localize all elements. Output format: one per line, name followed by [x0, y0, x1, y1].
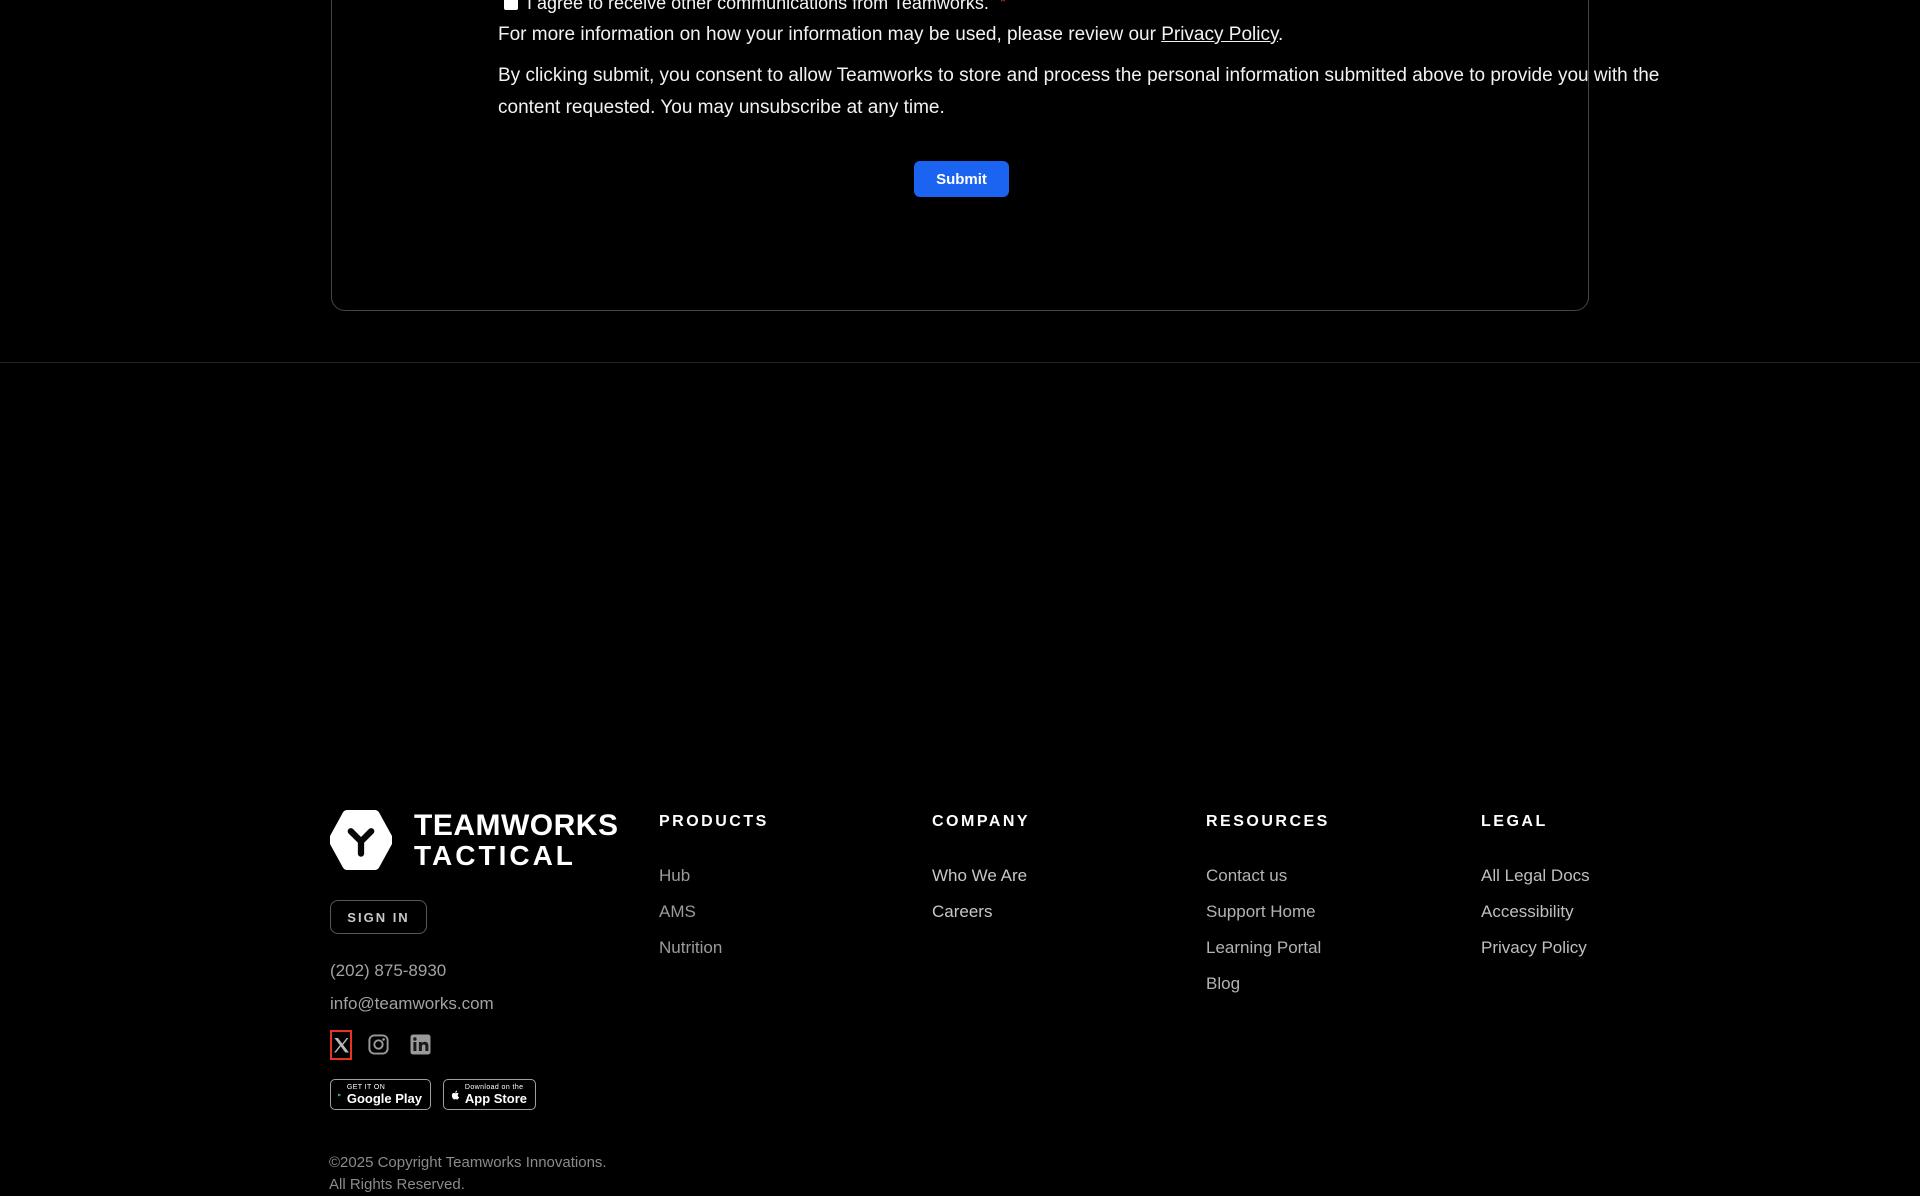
instagram-icon [368, 1034, 389, 1055]
submit-consent-text: By clicking submit, you consent to allow… [498, 60, 1659, 124]
privacy-policy-link[interactable]: Privacy Policy [1161, 24, 1278, 45]
footer-link-blog[interactable]: Blog [1206, 975, 1436, 993]
footer-link-support-home[interactable]: Support Home [1206, 903, 1436, 921]
instagram-social-link[interactable] [368, 1034, 389, 1055]
submit-consent-line1: By clicking submit, you consent to allow… [498, 65, 1660, 86]
form-section-background: I agree to receive other communications … [0, 0, 1920, 362]
submit-consent-line2: content requested. You may unsubscribe a… [498, 97, 945, 118]
annotation-highlight-x-social-link[interactable] [330, 1030, 352, 1060]
teamworks-hexagon-y-logo-icon [330, 809, 392, 871]
copyright-line1: ©2025 Copyright Teamworks Innovations. [329, 1154, 607, 1171]
footer-link-contact-us[interactable]: Contact us [1206, 867, 1436, 885]
copyright-notice: ©2025 Copyright Teamworks Innovations. A… [329, 1152, 607, 1196]
footer-link-nutrition[interactable]: Nutrition [659, 939, 889, 957]
communications-consent-row: I agree to receive other communications … [504, 0, 1006, 13]
apple-icon [451, 1090, 459, 1100]
footer-column-products: PRODUCTS Hub AMS Nutrition [659, 812, 889, 957]
google-play-badge[interactable]: GET IT ON Google Play [330, 1079, 431, 1110]
email-link[interactable]: info@teamworks.com [330, 994, 494, 1014]
footer-link-hub[interactable]: Hub [659, 867, 889, 885]
copyright-line2: All Rights Reserved. [329, 1176, 465, 1193]
footer-link-privacy-policy[interactable]: Privacy Policy [1481, 939, 1711, 957]
google-play-badge-store-name: Google Play [346, 1090, 422, 1106]
privacy-info-text: For more information on how your informa… [498, 23, 1283, 47]
app-store-badge[interactable]: Download on the App Store [443, 1079, 536, 1110]
footer-brand-name: TEAMWORKS TACTICAL [414, 810, 618, 871]
x-twitter-icon [333, 1037, 349, 1052]
sign-in-button[interactable]: SIGN IN [330, 900, 427, 934]
google-play-icon [338, 1092, 341, 1097]
submit-button[interactable]: Submit [914, 161, 1009, 197]
footer-column-title: PRODUCTS [659, 813, 769, 830]
footer-link-who-we-are[interactable]: Who We Are [932, 867, 1162, 885]
footer-link-ams[interactable]: AMS [659, 903, 889, 921]
footer-column-title: LEGAL [1481, 813, 1548, 830]
communications-consent-label: I agree to receive other communications … [527, 0, 989, 13]
brand-name-line1: TEAMWORKS [414, 808, 619, 842]
footer-column-title: COMPANY [932, 813, 1031, 830]
brand-name-line2: TACTICAL [414, 839, 576, 871]
footer-column-resources: RESOURCES Contact us Support Home Learni… [1206, 812, 1436, 993]
communications-consent-checkbox[interactable] [504, 0, 518, 10]
footer-link-all-legal-docs[interactable]: All Legal Docs [1481, 867, 1711, 885]
privacy-info-prefix: For more information on how your informa… [498, 24, 1162, 45]
app-store-badge-text: Download on the App Store [465, 1084, 527, 1106]
footer-column-company: COMPANY Who We Are Careers [932, 812, 1162, 921]
footer-column-legal: LEGAL All Legal Docs Accessibility Priva… [1481, 812, 1711, 957]
required-asterisk: * [999, 0, 1007, 11]
footer-brand-logo[interactable]: TEAMWORKS TACTICAL [330, 807, 618, 873]
contact-form-card: I agree to receive other communications … [331, 0, 1659, 311]
app-store-badge-tagline: Download on the [464, 1083, 524, 1091]
app-store-badge-store-name: App Store [464, 1090, 527, 1106]
google-play-badge-text: GET IT ON Google Play [347, 1084, 422, 1106]
privacy-info-suffix: . [1278, 24, 1284, 45]
linkedin-social-link[interactable] [410, 1034, 431, 1055]
site-footer: TEAMWORKS TACTICAL SIGN IN (202) 875-893… [0, 363, 1920, 1193]
footer-link-accessibility[interactable]: Accessibility [1481, 903, 1711, 921]
footer-link-careers[interactable]: Careers [932, 903, 1162, 921]
footer-link-learning-portal[interactable]: Learning Portal [1206, 939, 1436, 957]
footer-column-title: RESOURCES [1206, 813, 1330, 830]
google-play-badge-tagline: GET IT ON [346, 1083, 386, 1091]
linkedin-icon [410, 1034, 431, 1055]
phone-link[interactable]: (202) 875-8930 [330, 961, 446, 981]
